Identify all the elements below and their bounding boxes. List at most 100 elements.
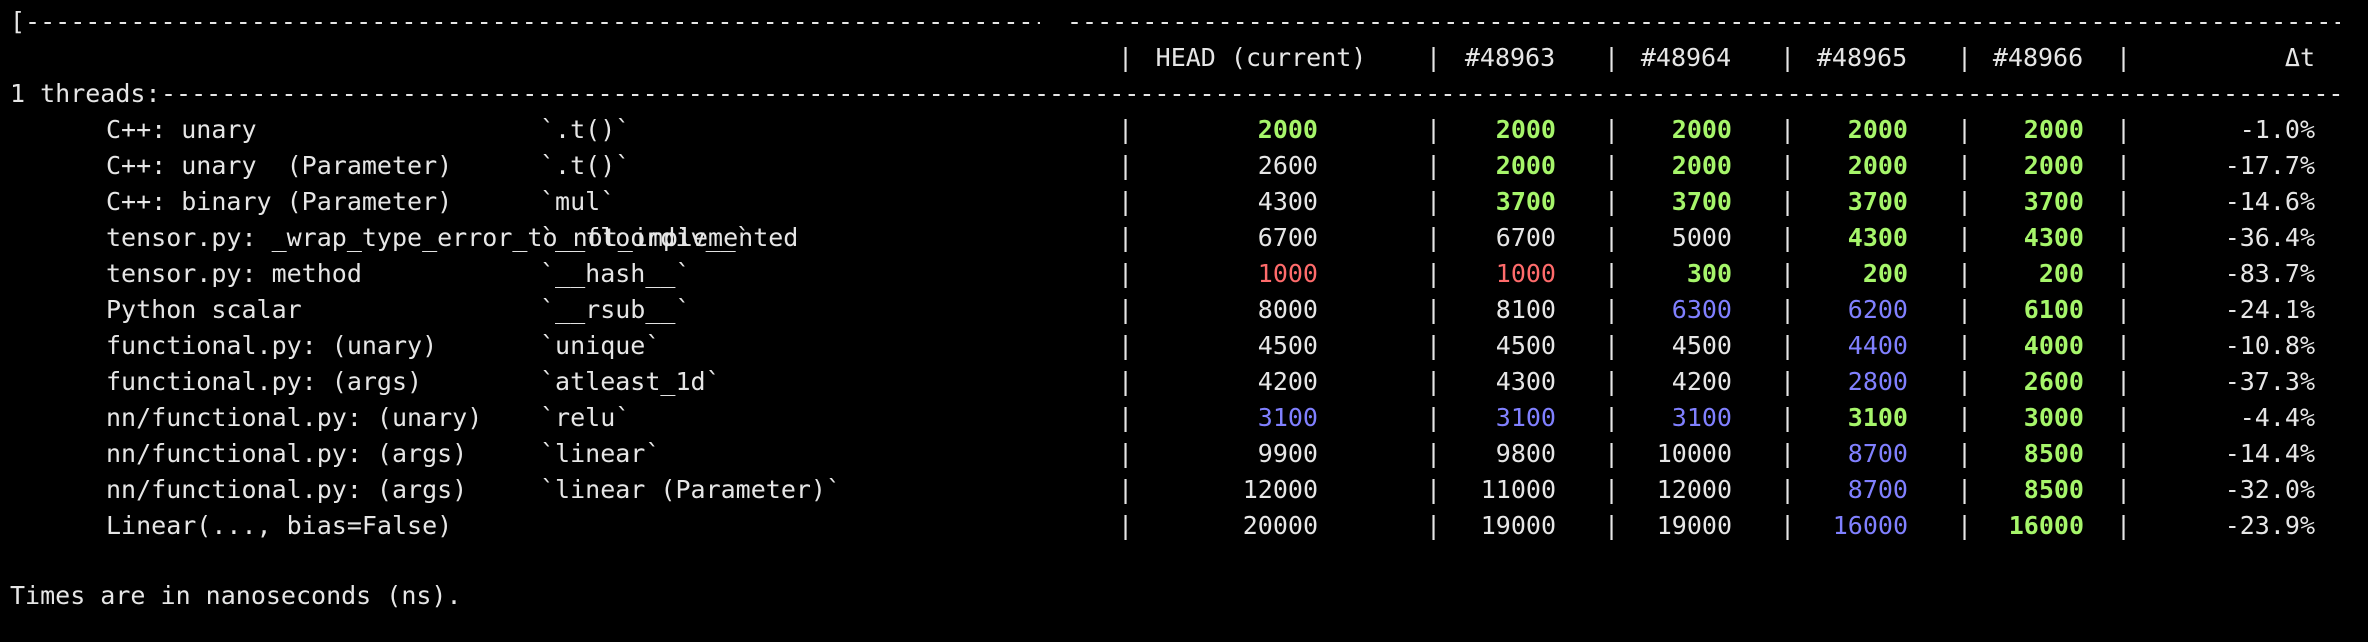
time-value: 10000 xyxy=(1656,439,1732,468)
time-value: 4300 xyxy=(1257,187,1318,216)
time-value: 4000 xyxy=(2023,331,2084,360)
delta-value: -10.8% xyxy=(2224,331,2315,360)
benchmark-name: Python scalar xyxy=(106,295,302,324)
benchmark-name: functional.py: (unary) xyxy=(106,331,438,360)
time-value: 2000 xyxy=(2023,151,2084,180)
time-value: 2000 xyxy=(1495,151,1556,180)
time-value: 16000 xyxy=(2008,511,2084,540)
time-value: 9800 xyxy=(1495,439,1556,468)
column-separator: | xyxy=(2116,295,2132,324)
table-row: functional.py: (args) `atleast_1d` | | | | | | 4… xyxy=(10,364,2360,400)
time-value: 1000 xyxy=(1257,259,1318,288)
time-value: 6700 xyxy=(1257,223,1318,252)
time-value: 3100 xyxy=(1847,403,1908,432)
benchmark-name: tensor.py: method xyxy=(106,259,362,288)
benchmark-name: Linear(..., bias=False) xyxy=(106,511,453,540)
table-row: nn/functional.py: (args) `linear` | | | | | | 99… xyxy=(10,436,2360,472)
time-value: 1000 xyxy=(1495,259,1556,288)
benchmark-op: `relu` xyxy=(540,403,631,432)
time-value: 4500 xyxy=(1257,331,1318,360)
units-note: Times are in nanoseconds (ns). xyxy=(10,581,462,610)
delta-value: -36.4% xyxy=(2224,223,2315,252)
time-value: 2000 xyxy=(1847,151,1908,180)
benchmark-op: `atleast_1d` xyxy=(540,367,721,396)
time-value: 8000 xyxy=(1257,295,1318,324)
time-value: 200 xyxy=(2038,259,2084,288)
benchmark-op: `__floordiv__` xyxy=(540,223,751,252)
time-value: 2000 xyxy=(1495,115,1556,144)
time-value: 19000 xyxy=(1480,511,1556,540)
delta-value: -17.7% xyxy=(2224,151,2315,180)
delta-value: -1.0% xyxy=(2239,115,2315,144)
time-value: 4200 xyxy=(1257,367,1318,396)
column-separator: | xyxy=(2116,439,2132,468)
time-value: 2000 xyxy=(1847,115,1908,144)
time-value: 3100 xyxy=(1495,403,1556,432)
delta-column-header: Δt xyxy=(2284,43,2315,72)
time-value: 3700 xyxy=(1671,187,1732,216)
time-value: 12000 xyxy=(1656,475,1732,504)
time-value: 6700 xyxy=(1495,223,1556,252)
delta-value: -23.9% xyxy=(2224,511,2315,540)
column-separator: | xyxy=(2116,187,2132,216)
time-value: 2000 xyxy=(2023,115,2084,144)
table-row: C++: unary (Parameter) `.t()` | | | | | | 2600 20… xyxy=(10,148,2360,184)
time-value: 6300 xyxy=(1671,295,1732,324)
time-value: 4200 xyxy=(1671,367,1732,396)
time-value: 20000 xyxy=(1242,511,1318,540)
time-value: 19000 xyxy=(1656,511,1732,540)
time-value: 16000 xyxy=(1832,511,1908,540)
benchmark-op: `.t()` xyxy=(540,151,631,180)
column-separator: | xyxy=(2116,115,2132,144)
time-value: 2000 xyxy=(1671,115,1732,144)
benchmark-name: C++: binary (Parameter) xyxy=(106,187,453,216)
terminal-output: [---------------------------------------… xyxy=(10,0,2360,642)
table-row: functional.py: (unary) `unique` | | | | | | 4500… xyxy=(10,328,2360,364)
time-value: 3000 xyxy=(2023,403,2084,432)
column-separator: | xyxy=(2116,475,2132,504)
time-value: 2600 xyxy=(2023,367,2084,396)
table-row: Linear(..., bias=False) | | | | | | 20000 19000 1… xyxy=(10,508,2360,544)
column-separator: | xyxy=(2116,223,2132,252)
time-value: 4300 xyxy=(1495,367,1556,396)
benchmark-op: `.t()` xyxy=(540,115,631,144)
time-value: 3700 xyxy=(1847,187,1908,216)
benchmark-name: nn/functional.py: (args) xyxy=(106,439,468,468)
delta-value: -83.7% xyxy=(2224,259,2315,288)
time-value: 6100 xyxy=(2023,295,2084,324)
column-header-row: | | | | | | HEAD (current) #48963 #48964 #48965 #4… xyxy=(10,40,2360,76)
time-value: 8700 xyxy=(1847,475,1908,504)
column-separator: | xyxy=(2116,151,2132,180)
time-value: 5000 xyxy=(1671,223,1732,252)
time-value: 12000 xyxy=(1242,475,1318,504)
time-value: 3100 xyxy=(1257,403,1318,432)
benchmark-name: nn/functional.py: (args) xyxy=(106,475,468,504)
benchmark-op: `__rsub__` xyxy=(540,295,691,324)
table-row: nn/functional.py: (unary) `relu` | | | | | | 310… xyxy=(10,400,2360,436)
time-value: 3700 xyxy=(1495,187,1556,216)
time-value: 4500 xyxy=(1671,331,1732,360)
time-value: 2600 xyxy=(1257,151,1318,180)
benchmark-name: functional.py: (args) xyxy=(106,367,423,396)
column-header: #48966 xyxy=(1992,43,2084,72)
benchmark-name: C++: unary xyxy=(106,115,257,144)
column-separator: | xyxy=(2116,403,2132,432)
table-row: C++: binary (Parameter) `mul` | | | | | | 4300 37… xyxy=(10,184,2360,220)
time-value: 200 xyxy=(1862,259,1908,288)
time-value: 8500 xyxy=(2023,475,2084,504)
time-value: 9900 xyxy=(1257,439,1318,468)
column-separator: | xyxy=(2116,259,2132,288)
table-row: C++: unary `.t()` | | | | | | 2000 2000 2000 2000 20… xyxy=(10,112,2360,148)
time-value: 8700 xyxy=(1847,439,1908,468)
threads-rule: ----------------------------------------… xyxy=(161,79,2341,108)
table-row: tensor.py: _wrap_type_error_to_not_imple… xyxy=(10,220,2360,256)
column-separator: | xyxy=(2116,367,2132,396)
time-value: 2000 xyxy=(1671,151,1732,180)
time-value: 6200 xyxy=(1847,295,1908,324)
top-rule-left: [---------------------------------------… xyxy=(10,7,1040,36)
benchmark-name: C++: unary (Parameter) xyxy=(106,151,453,180)
benchmark-op: `unique` xyxy=(540,331,661,360)
delta-value: -32.0% xyxy=(2224,475,2315,504)
column-header: HEAD (current) xyxy=(1155,43,1367,72)
time-value: 3100 xyxy=(1671,403,1732,432)
